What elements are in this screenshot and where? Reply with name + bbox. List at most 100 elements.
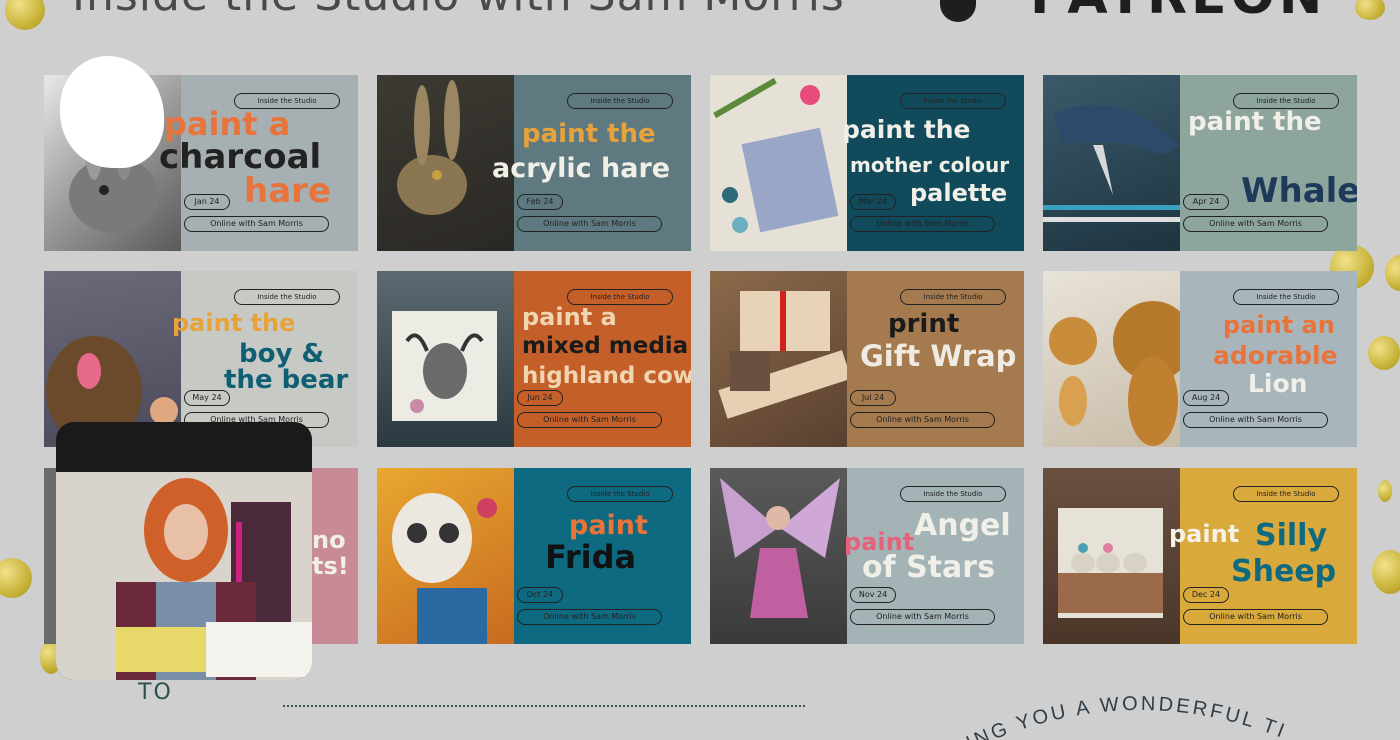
workshop-card-dec[interactable]: Inside the Studio paint Silly Sheep Dec … — [1043, 468, 1357, 644]
online-badge: Online with Sam Morris — [184, 216, 329, 232]
card-line-3: Lion — [1248, 369, 1308, 398]
date-badge: Mar 24 — [850, 194, 896, 210]
workshop-card-may[interactable]: Inside the Studio paint the boy & the be… — [44, 271, 358, 447]
bear-illustration — [46, 336, 178, 446]
card-line-2: Frida — [545, 538, 637, 576]
date-badge: Feb 24 — [517, 194, 563, 210]
cow-illustration — [392, 311, 497, 421]
date-badge: Dec 24 — [1183, 587, 1229, 603]
workshop-card-feb[interactable]: Inside the Studio paint the acrylic hare… — [377, 75, 691, 251]
page-title: Inside the Studio with Sam Morris — [72, 0, 845, 21]
card-line-1: paint a — [522, 303, 617, 331]
series-tag: Inside the Studio — [900, 289, 1006, 305]
whale-illustration — [1043, 105, 1180, 222]
boy-bear-photo — [44, 271, 181, 447]
card-line-2: Angel — [914, 508, 1011, 543]
frida-photo — [377, 468, 514, 644]
frida-illustration — [392, 493, 497, 644]
angel-photo — [710, 468, 847, 644]
online-badge: Online with Sam Morris — [850, 216, 995, 232]
highland-cow-photo — [377, 271, 514, 447]
gold-dot-decoration — [0, 558, 32, 598]
date-badge: Oct 24 — [517, 587, 563, 603]
series-tag: Inside the Studio — [1233, 486, 1339, 502]
to-label: TO — [138, 680, 173, 705]
lion-illustration — [1049, 301, 1193, 446]
workshop-card-apr[interactable]: Inside the Studio paint the Whale Apr 24… — [1043, 75, 1357, 251]
patreon-logo-icon — [940, 0, 976, 22]
card-line-1: print — [888, 309, 960, 339]
workshop-card-jun[interactable]: Inside the Studio paint a mixed media hi… — [377, 271, 691, 447]
online-badge: Online with Sam Morris — [850, 412, 995, 428]
workshop-card-mar[interactable]: Inside the Studio paint the mother colou… — [710, 75, 1024, 251]
online-badge: Online with Sam Morris — [517, 609, 662, 625]
card-line-3: highland cow — [522, 363, 691, 389]
date-badge: Aug 24 — [1183, 390, 1229, 406]
card-line-2: Gift Wrap — [860, 339, 1017, 373]
card-line-3: palette — [910, 179, 1008, 207]
workshop-card-nov[interactable]: Inside the Studio paint Angel of Stars N… — [710, 468, 1024, 644]
date-badge: May 24 — [184, 390, 230, 406]
card-line-3: hare — [244, 171, 331, 211]
workshop-card-jul[interactable]: Inside the Studio print Gift Wrap Jul 24… — [710, 271, 1024, 447]
gift-wrap-photo — [710, 271, 852, 447]
card-line-1: paint — [569, 510, 648, 541]
card-line-1: paint an — [1223, 311, 1335, 339]
card-line-2: Whale — [1241, 171, 1357, 211]
palette-photo — [710, 75, 847, 251]
series-tag: Inside the Studio — [900, 93, 1006, 109]
online-badge: Online with Sam Morris — [850, 609, 995, 625]
whale-photo — [1043, 75, 1180, 251]
online-badge: Online with Sam Morris — [1183, 216, 1328, 232]
angel-illustration — [720, 478, 840, 618]
card-line-1: paint the — [842, 115, 971, 144]
gold-dot-decoration — [1355, 0, 1385, 20]
series-tag: Inside the Studio — [234, 289, 340, 305]
card-line-1: paint — [1169, 520, 1240, 548]
white-blob-decoration — [60, 56, 164, 168]
card-line-3: of Stars — [862, 550, 995, 585]
card-line-2: mixed media — [522, 333, 689, 359]
lion-photo — [1043, 271, 1193, 447]
gold-dot-decoration — [1385, 255, 1400, 291]
online-badge: Online with Sam Morris — [517, 412, 662, 428]
series-tag: Inside the Studio — [1233, 289, 1339, 305]
online-badge: Online with Sam Morris — [1183, 412, 1328, 428]
date-badge: Nov 24 — [850, 587, 896, 603]
gold-dot-decoration — [1368, 336, 1400, 370]
gold-dot-decoration — [1378, 480, 1392, 502]
series-tag: Inside the Studio — [900, 486, 1006, 502]
brand-name: PATREON — [1030, 0, 1326, 26]
card-line-3: ts! — [312, 552, 349, 580]
date-badge: Jul 24 — [850, 390, 896, 406]
online-badge: Online with Sam Morris — [1183, 609, 1328, 625]
gift-illustration — [718, 291, 852, 419]
series-tag: Inside the Studio — [567, 486, 673, 502]
card-line-2: adorable — [1213, 341, 1338, 370]
card-line-3: Sheep — [1231, 554, 1337, 589]
card-line-1: paint the — [522, 119, 656, 149]
workshop-card-aug[interactable]: Inside the Studio paint an adorable Lion… — [1043, 271, 1357, 447]
date-badge: Apr 24 — [1183, 194, 1229, 210]
sheep-photo — [1043, 468, 1180, 644]
card-line-1: paint the — [172, 309, 296, 337]
series-tag: Inside the Studio — [567, 93, 673, 109]
arc-greeting-text: ING YOU A WONDERFUL TI — [963, 693, 1287, 740]
card-line-2: acrylic hare — [492, 153, 671, 184]
artist-illustration — [56, 422, 312, 680]
card-line-2: no — [312, 526, 346, 554]
svg-text:ING YOU A WONDERFUL TI: ING YOU A WONDERFUL TI — [963, 693, 1290, 740]
palette-illustration — [713, 77, 839, 233]
date-badge: Jun 24 — [517, 390, 563, 406]
card-line-1: paint the — [1188, 107, 1322, 137]
online-badge: Online with Sam Morris — [517, 216, 662, 232]
arc-greeting: ING YOU A WONDERFUL TI — [963, 693, 1290, 740]
card-line-2: mother colour — [850, 153, 1010, 177]
sheep-illustration — [1058, 508, 1163, 618]
recipient-line[interactable] — [283, 705, 805, 707]
artist-photo — [56, 422, 312, 680]
card-line-3: the bear — [224, 365, 349, 395]
gold-dot-decoration — [1372, 550, 1400, 594]
workshop-card-oct[interactable]: Inside the Studio paint Frida Oct 24 Onl… — [377, 468, 691, 644]
card-line-2: Silly — [1255, 518, 1328, 553]
